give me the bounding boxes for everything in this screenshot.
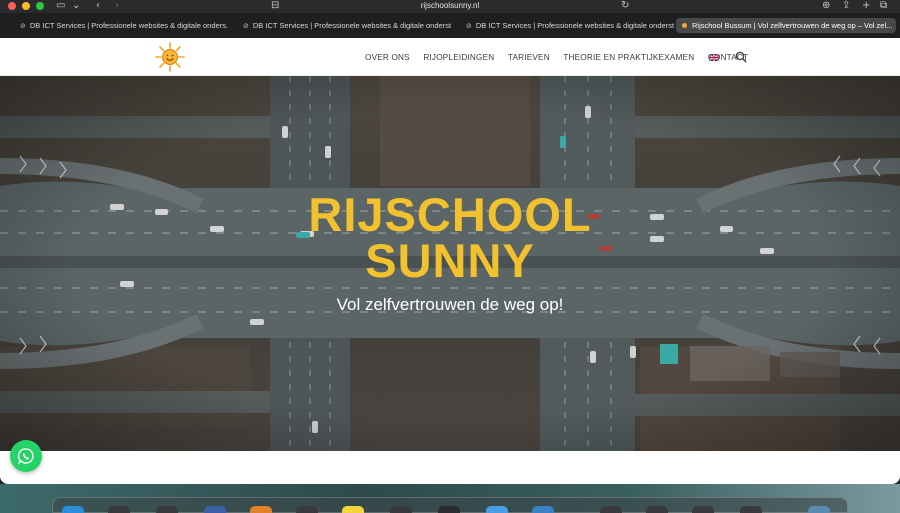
browser-tab-active[interactable]: Rijschool Bussum | Vol zelfvertrouwen de… bbox=[676, 18, 896, 33]
sidebar-toggle-icon[interactable]: ▭ bbox=[56, 0, 65, 12]
downloads-folder-icon[interactable] bbox=[808, 506, 830, 513]
forward-arrow-icon[interactable]: › bbox=[115, 0, 119, 12]
chevron-down-icon[interactable]: ⌄ bbox=[72, 0, 80, 12]
hero-title: RIJSCHOOL SUNNY bbox=[0, 188, 900, 287]
dock-app-icon[interactable] bbox=[250, 506, 272, 513]
page-settings-icon[interactable]: ⊟ bbox=[271, 0, 279, 12]
dock-app-icon[interactable] bbox=[646, 506, 668, 513]
address-bar[interactable]: rijschoolsunny.nl bbox=[405, 0, 495, 12]
compass-icon: ⊘ bbox=[466, 21, 472, 30]
dock-app-icon[interactable] bbox=[296, 506, 318, 513]
main-navigation: OVER ONS RIJOPLEIDINGEN TARIEVEN THEORIE… bbox=[360, 38, 762, 76]
hero-subtitle: Vol zelfvertrouwen de weg op! bbox=[336, 295, 564, 314]
compass-icon: ⊘ bbox=[20, 21, 26, 30]
whatsapp-chat-button[interactable] bbox=[10, 440, 42, 472]
uk-flag-icon[interactable] bbox=[709, 54, 719, 61]
search-icon[interactable] bbox=[735, 51, 747, 63]
dock-app-icon[interactable] bbox=[108, 506, 130, 513]
hero-title-line-2: SUNNY bbox=[365, 234, 535, 287]
reload-icon[interactable]: ↻ bbox=[621, 0, 629, 12]
share-icon[interactable]: ⇪ bbox=[842, 0, 850, 12]
nav-item-tarieven[interactable]: TARIEVEN bbox=[508, 53, 550, 62]
page-content-area bbox=[0, 451, 900, 484]
tab-bar: ⊘ DB ICT Services | Professionele websit… bbox=[0, 13, 900, 38]
whatsapp-icon bbox=[17, 448, 34, 465]
browser-tab[interactable]: ⊘ DB ICT Services | Professionele websit… bbox=[237, 18, 451, 33]
dock-app-icon[interactable] bbox=[486, 506, 508, 513]
close-window-button[interactable] bbox=[8, 2, 16, 10]
hero-title-line-1: RIJSCHOOL bbox=[308, 188, 592, 241]
dock-app-icon[interactable] bbox=[156, 506, 178, 513]
window-controls bbox=[8, 2, 44, 10]
tab-title: DB ICT Services | Professionele websites… bbox=[252, 21, 451, 30]
new-tab-icon[interactable]: + bbox=[862, 0, 870, 12]
nav-item-rijopleidingen[interactable]: RIJOPLEIDINGEN bbox=[423, 53, 494, 62]
notes-icon[interactable] bbox=[342, 506, 364, 513]
hero-banner: RIJSCHOOL SUNNY Vol zelfvertrouwen de we… bbox=[0, 76, 900, 451]
minimize-window-button[interactable] bbox=[22, 2, 30, 10]
browser-tab[interactable]: ⊘ DB ICT Services | Professionele websit… bbox=[14, 18, 228, 33]
dock-app-icon[interactable] bbox=[438, 506, 460, 513]
finder-icon[interactable] bbox=[62, 506, 84, 513]
favicon-sun-icon bbox=[682, 23, 687, 28]
dock-app-icon[interactable] bbox=[740, 506, 762, 513]
dock-app-icon[interactable] bbox=[692, 506, 714, 513]
fullscreen-window-button[interactable] bbox=[36, 2, 44, 10]
dock-app-icon[interactable] bbox=[390, 506, 412, 513]
tab-overview-icon[interactable]: ⧉ bbox=[880, 0, 887, 12]
dock-app-icon[interactable] bbox=[600, 506, 622, 513]
site-header: OVER ONS RIJOPLEIDINGEN TARIEVEN THEORIE… bbox=[0, 38, 900, 76]
tab-title: DB ICT Services | Professionele websites… bbox=[475, 21, 674, 30]
download-icon[interactable]: ⊕ bbox=[822, 0, 830, 12]
compass-icon: ⊘ bbox=[243, 21, 249, 30]
sun-logo-icon[interactable] bbox=[155, 42, 185, 72]
safari-icon[interactable] bbox=[532, 506, 554, 513]
nav-item-theorie-en-praktijkexamen[interactable]: THEORIE EN PRAKTIJKEXAMEN bbox=[563, 53, 694, 62]
browser-tab[interactable]: ⊘ DB ICT Services | Professionele websit… bbox=[460, 18, 674, 33]
nav-item-over-ons[interactable]: OVER ONS bbox=[365, 53, 410, 62]
tab-title: Rijschool Bussum | Vol zelfvertrouwen de… bbox=[692, 21, 893, 30]
tab-title: DB ICT Services | Professionele websites… bbox=[29, 21, 228, 30]
browser-toolbar: ▭ ⌄ ‹ › ⊟ rijschoolsunny.nl ↻ ⊕ ⇪ + ⧉ bbox=[0, 0, 900, 13]
back-arrow-icon[interactable]: ‹ bbox=[96, 0, 100, 12]
dock-app-icon[interactable] bbox=[204, 506, 226, 513]
